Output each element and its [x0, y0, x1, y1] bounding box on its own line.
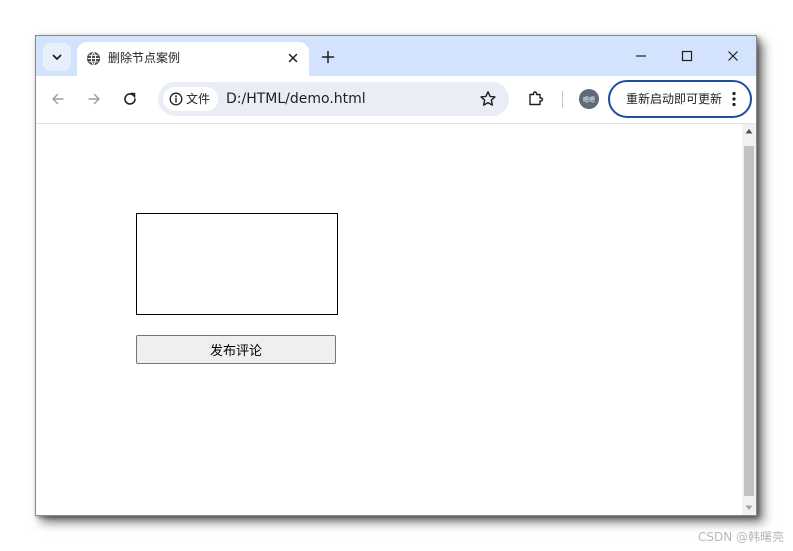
caret-up-icon: [745, 129, 753, 134]
screenshot-stage: 删除节点案例 文件 D:/HTML/demo.html 嗯嗯 重新启动即可更新 …: [0, 0, 793, 551]
avatar-text: 嗯嗯: [582, 96, 595, 104]
tab-search-button[interactable]: [43, 43, 71, 71]
close-icon[interactable]: [285, 50, 301, 66]
star-icon[interactable]: [479, 90, 497, 108]
scroll-thumb[interactable]: [744, 146, 754, 496]
minimize-button[interactable]: [618, 36, 664, 76]
site-info-chip[interactable]: 文件: [163, 87, 218, 111]
arrow-right-icon: [88, 93, 100, 105]
window-close-button[interactable]: [710, 36, 756, 76]
plus-icon: [321, 50, 335, 64]
forward-button[interactable]: [82, 87, 106, 111]
kebab-icon[interactable]: [732, 91, 736, 107]
site-chip-label: 文件: [186, 92, 211, 106]
publish-comment-button[interactable]: 发布评论: [136, 335, 336, 364]
scroll-up-arrow[interactable]: [742, 124, 756, 138]
maximize-icon: [681, 50, 693, 62]
info-icon: [169, 92, 183, 106]
active-tab[interactable]: 删除节点案例: [77, 42, 309, 76]
reload-icon: [124, 92, 136, 105]
minimize-icon: [636, 55, 646, 57]
tab-strip: 删除节点案例: [36, 36, 756, 76]
chevron-down-icon: [52, 54, 62, 60]
page-viewport: 发布评论: [36, 124, 742, 515]
scroll-down-arrow[interactable]: [742, 501, 756, 515]
maximize-button[interactable]: [664, 36, 710, 76]
toolbar-divider: [562, 91, 563, 108]
extensions-button[interactable]: [524, 87, 548, 111]
globe-icon: [86, 51, 101, 66]
url-text[interactable]: D:/HTML/demo.html: [226, 90, 366, 108]
vertical-scrollbar[interactable]: [742, 124, 756, 515]
browser-toolbar: 文件 D:/HTML/demo.html 嗯嗯 重新启动即可更新: [36, 76, 756, 124]
new-tab-button[interactable]: [317, 46, 339, 68]
update-label: 重新启动即可更新: [626, 92, 723, 106]
watermark: CSDN @韩曙亮: [697, 530, 784, 544]
arrow-left-icon: [52, 93, 64, 105]
close-icon: [728, 51, 738, 61]
comment-textarea[interactable]: [136, 213, 338, 315]
avatar[interactable]: 嗯嗯: [579, 89, 599, 109]
restart-update-button[interactable]: 重新启动即可更新: [608, 80, 752, 118]
browser-window: 删除节点案例 文件 D:/HTML/demo.html 嗯嗯 重新启动即可更新 …: [35, 35, 757, 516]
reload-button[interactable]: [118, 87, 142, 111]
puzzle-icon: [529, 91, 544, 106]
caret-down-icon: [745, 505, 753, 510]
back-button[interactable]: [46, 87, 70, 111]
tab-title: 删除节点案例: [108, 51, 181, 65]
address-bar[interactable]: 文件 D:/HTML/demo.html: [158, 82, 509, 116]
